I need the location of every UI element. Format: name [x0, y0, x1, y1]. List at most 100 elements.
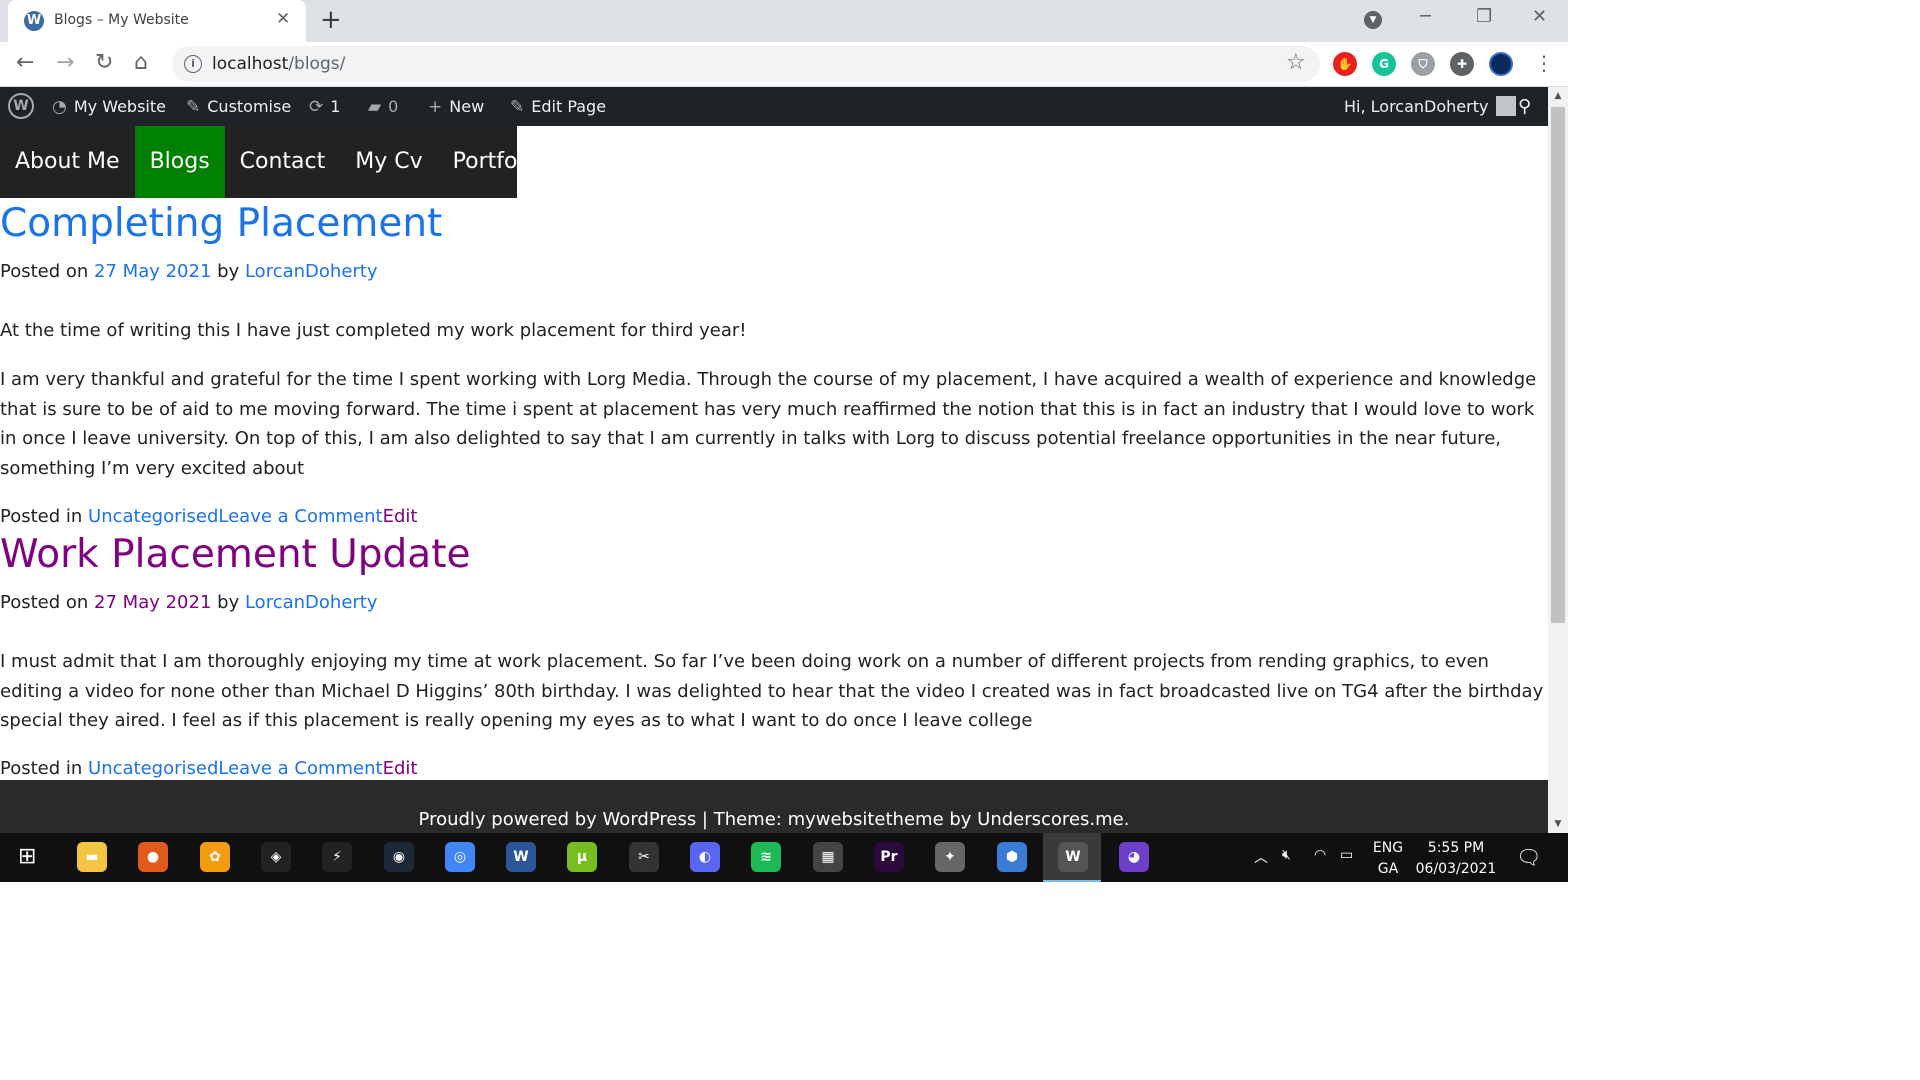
url-text[interactable]: localhost/blogs/	[212, 54, 345, 74]
tray-chevron-icon[interactable]: ︿	[1254, 847, 1268, 867]
tab-search-icon[interactable]: ▼	[1364, 11, 1382, 29]
edit-post-link[interactable]: Edit	[383, 506, 418, 527]
dashboard-icon: ◔	[52, 97, 67, 117]
file-explorer-taskbar-icon[interactable]: ▬	[77, 842, 107, 872]
updates-icon: ⟳	[309, 97, 324, 117]
post-title-link[interactable]: Work Placement Update	[0, 532, 470, 577]
post-author-link[interactable]: LorcanDoherty	[245, 592, 378, 613]
app-taskbar-icon-1[interactable]: ●	[138, 842, 168, 872]
nav-item-contact[interactable]: Contact	[225, 126, 341, 198]
post-meta: Posted on 27 May 2021 by LorcanDoherty	[0, 261, 378, 282]
wordpress-favicon-icon: W	[24, 11, 44, 31]
shield-extension-icon[interactable]: ⛉	[1411, 52, 1435, 76]
site-name-link[interactable]: ◔ My Website	[52, 87, 166, 126]
comments-link[interactable]: ▰ 0	[368, 87, 398, 126]
post-title-link[interactable]: Completing Placement	[0, 201, 442, 246]
battery-icon[interactable]: ▭	[1340, 847, 1353, 863]
app-taskbar-icon-2[interactable]: ⚡	[322, 842, 352, 872]
post-paragraph: I am very thankful and grateful for the …	[0, 369, 1537, 479]
page-scrollbar[interactable]: ▲ ▼	[1548, 87, 1568, 833]
app-taskbar-icon-5[interactable]: ⬢	[997, 842, 1027, 872]
windows-start-icon[interactable]: ⊞	[18, 845, 36, 869]
chrome-menu-icon[interactable]: ⋮	[1534, 50, 1554, 76]
scroll-thumb[interactable]	[1551, 107, 1565, 623]
site-footer: Proudly powered by WordPress | Theme: my…	[0, 780, 1548, 833]
new-content-link[interactable]: + New	[428, 87, 484, 126]
browser-toolbar: ← → ↻ ⌂ i localhost/blogs/ ☆ ✋ G ⛉ ✚ ⋮	[0, 42, 1568, 87]
site-info-icon[interactable]: i	[184, 55, 202, 73]
nav-item-blogs[interactable]: Blogs	[134, 126, 225, 198]
utorrent-taskbar-icon[interactable]: µ	[567, 842, 597, 872]
chrome-taskbar-icon[interactable]: ◎	[445, 842, 475, 872]
tab-close-icon[interactable]: ✕	[276, 9, 290, 29]
edit-page-link[interactable]: ✎ Edit Page	[510, 87, 606, 126]
avatar	[1496, 96, 1517, 116]
address-bar[interactable]: i localhost/blogs/ ☆	[172, 46, 1320, 82]
nav-item-portfolio[interactable]: Portfolio	[438, 126, 559, 198]
updates-link[interactable]: ⟳ 1	[309, 87, 340, 126]
post-date-link[interactable]: 27 May 2021	[94, 592, 211, 613]
category-link[interactable]: Uncategorised	[88, 758, 218, 779]
forward-icon[interactable]: →	[56, 50, 74, 76]
minimize-icon[interactable]: ─	[1420, 6, 1431, 27]
brush-icon: ✎	[186, 97, 201, 117]
app-taskbar-icon-3[interactable]: ✂	[629, 842, 659, 872]
customise-link[interactable]: ✎ Customise	[186, 87, 291, 126]
bookmark-star-icon[interactable]: ☆	[1286, 50, 1306, 75]
leave-comment-link[interactable]: Leave a Comment	[218, 758, 382, 779]
app-taskbar-icon-4[interactable]: ✦	[935, 842, 965, 872]
unity-taskbar-icon[interactable]: ◈	[261, 842, 291, 872]
discord-taskbar-icon[interactable]: ◐	[690, 842, 720, 872]
scroll-up-icon[interactable]: ▲	[1548, 87, 1568, 105]
post-paragraph: At the time of writing this I have just …	[0, 320, 747, 341]
volume-muted-icon[interactable]: 🔇︎	[1282, 847, 1291, 863]
post-paragraph: I must admit that I am thoroughly enjoyi…	[0, 651, 1544, 731]
system-clock[interactable]: 5:55 PM 06/03/2021	[1414, 838, 1498, 880]
language-indicator[interactable]: ENG GA	[1372, 838, 1404, 880]
post-author-link[interactable]: LorcanDoherty	[245, 261, 378, 282]
steam-taskbar-icon[interactable]: ◉	[384, 842, 414, 872]
my-account-link[interactable]: Hi, LorcanDoherty	[1344, 87, 1517, 126]
profile-avatar-icon[interactable]	[1489, 52, 1513, 76]
post-footer: Posted in UncategorisedLeave a CommentEd…	[0, 758, 418, 779]
pencil-icon: ✎	[510, 97, 525, 117]
extensions-puzzle-icon[interactable]: ✚	[1450, 52, 1474, 76]
footer-credit[interactable]: Proudly powered by WordPress | Theme: my…	[419, 809, 1130, 830]
close-window-icon[interactable]: ✕	[1532, 6, 1547, 27]
scroll-down-icon[interactable]: ▼	[1548, 815, 1568, 833]
home-icon[interactable]: ⌂	[134, 50, 148, 76]
back-icon[interactable]: ←	[16, 50, 34, 76]
notification-center-icon[interactable]: 🗨︎	[1516, 845, 1541, 869]
premiere-taskbar-icon[interactable]: Pr	[874, 842, 904, 872]
wifi-icon[interactable]: ◠	[1314, 847, 1326, 863]
post-meta: Posted on 27 May 2021 by LorcanDoherty	[0, 592, 378, 613]
spotify-taskbar-icon[interactable]: ≋	[751, 842, 781, 872]
github-taskbar-icon[interactable]: ◕	[1119, 842, 1149, 872]
primary-navigation: About Me Blogs Contact My Cv Portfolio	[0, 126, 543, 198]
word-taskbar-icon[interactable]: W	[506, 842, 536, 872]
windows-taskbar: ⊞ ▬ ● ✿ ◈ ⚡ ◉ ◎ Wµ ✂ ◐ ≋ ▦ Pr ✦ ⬢ W ◕ ︿ 🔇︎ ◠ ▭ ENG GA 5:…	[0, 833, 1568, 882]
leave-comment-link[interactable]: Leave a Comment	[218, 506, 382, 527]
fl-studio-taskbar-icon[interactable]: ✿	[200, 842, 230, 872]
nav-item-my-cv[interactable]: My Cv	[340, 126, 437, 198]
calculator-taskbar-icon[interactable]: ▦	[813, 842, 843, 872]
tab-title: Blogs – My Website	[54, 12, 189, 28]
comment-bubble-icon: ▰	[368, 97, 382, 117]
nav-item-about-me[interactable]: About Me	[0, 126, 135, 198]
post-footer: Posted in UncategorisedLeave a CommentEd…	[0, 506, 418, 527]
new-tab-icon[interactable]: +	[320, 6, 342, 34]
browser-tab[interactable]: W Blogs – My Website ✕	[8, 0, 306, 42]
wp-admin-bar: W ◔ My Website ✎ Customise ⟳ 1 ▰ 0 + New ✎ Edi…	[0, 87, 1548, 126]
wordpress-logo-icon[interactable]: W	[8, 87, 34, 126]
restore-icon[interactable]: ❐	[1476, 6, 1492, 27]
browser-tab-strip: W Blogs – My Website ✕ + ▼ ─ ❐ ✕	[0, 0, 1568, 42]
plus-icon: +	[428, 97, 443, 117]
adblock-extension-icon[interactable]: ✋	[1333, 52, 1357, 76]
category-link[interactable]: Uncategorised	[88, 506, 218, 527]
grammarly-extension-icon[interactable]: G	[1372, 52, 1396, 76]
edit-post-link[interactable]: Edit	[383, 758, 418, 779]
wordpress-app-taskbar-icon[interactable]: W	[1058, 842, 1088, 872]
reload-icon[interactable]: ↻	[95, 50, 113, 76]
search-icon[interactable]: ⚲	[1518, 87, 1531, 126]
post-date-link[interactable]: 27 May 2021	[94, 261, 211, 282]
